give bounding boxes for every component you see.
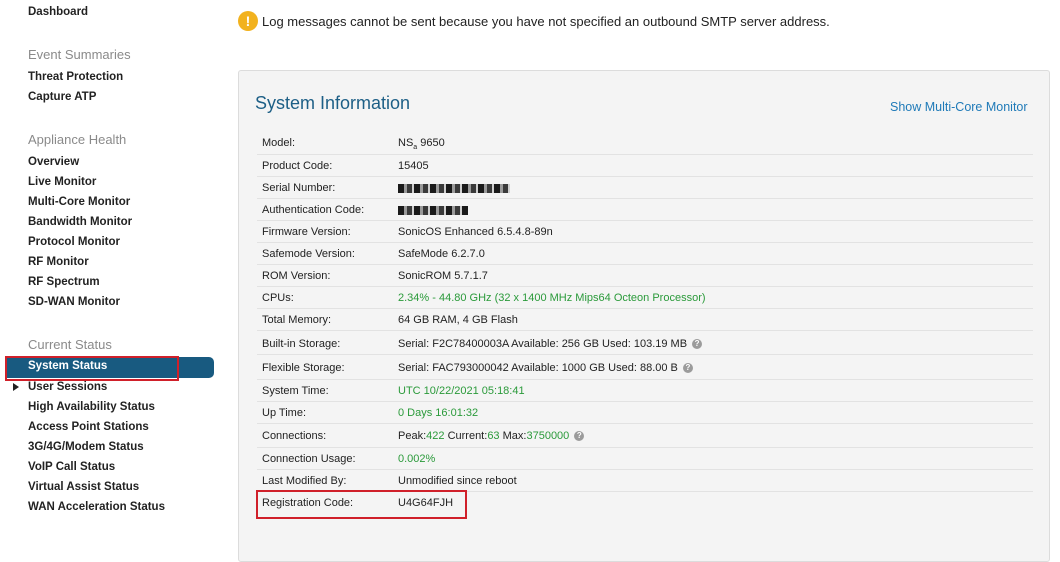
sidebar-item-live-monitor[interactable]: Live Monitor [28,176,96,188]
row-label: CPUs: [262,292,294,304]
info-row-built-in-storage: Built-in Storage: Serial: F2C78400003A A… [257,330,1033,355]
sidebar-item-modem-status[interactable]: 3G/4G/Modem Status [28,441,144,453]
row-value: 64 GB RAM, 4 GB Flash [398,314,518,326]
row-value-wrap: Serial: F2C78400003A Available: 256 GB U… [398,338,703,350]
row-label: Serial Number: [262,182,336,194]
row-label: Total Memory: [262,314,332,326]
row-value: UTC 10/22/2021 05:18:41 [398,385,525,397]
row-value: Serial: FAC793000042 Available: 1000 GB … [398,362,678,374]
info-row-authentication-code: Authentication Code: [257,198,1033,221]
row-label: Safemode Version: [262,248,355,260]
sidebar-heading-event-summaries: Event Summaries [28,47,131,62]
max-label: Max: [502,430,527,442]
highlight-box-registration-code [256,490,467,519]
current-value: 63 [487,430,500,442]
row-label: Up Time: [262,407,307,419]
row-value: SonicROM 5.7.1.7 [398,270,488,282]
sidebar-item-overview[interactable]: Overview [28,156,79,168]
row-value: 0.002% [398,453,436,465]
sidebar-item-voip-call-status[interactable]: VoIP Call Status [28,461,115,473]
warning-message: Log messages cannot be sent because you … [262,14,830,29]
info-row-cpus: CPUs: 2.34% - 44.80 GHz (32 x 1400 MHz M… [257,286,1033,309]
row-label: Connection Usage: [262,453,356,465]
row-label: Built-in Storage: [262,338,341,350]
sidebar-item-bandwidth-monitor[interactable]: Bandwidth Monitor [28,216,132,228]
help-icon[interactable]: ? [574,431,585,441]
panel-title: System Information [255,93,411,113]
row-label: System Time: [262,385,329,397]
row-value: SonicOS Enhanced 6.5.4.8-89n [398,226,553,238]
sidebar-item-high-availability-status[interactable]: High Availability Status [28,401,155,413]
peak-label: Peak: [398,430,427,442]
row-value: SafeMode 6.2.7.0 [398,248,485,260]
show-multi-core-monitor-link[interactable]: Show Multi-Core Monitor [890,100,1028,114]
sidebar-item-wan-acceleration-status[interactable]: WAN Acceleration Status [28,501,165,513]
info-row-total-memory: Total Memory: 64 GB RAM, 4 GB Flash [257,308,1033,331]
info-row-flexible-storage: Flexible Storage: Serial: FAC793000042 A… [257,354,1033,380]
sidebar-item-virtual-assist-status[interactable]: Virtual Assist Status [28,481,139,493]
max-value: 3750000 [526,430,570,442]
row-value: 15405 [398,160,429,172]
row-label: Flexible Storage: [262,362,345,374]
sidebar-item-sd-wan-monitor[interactable]: SD-WAN Monitor [28,296,120,308]
help-icon[interactable]: ? [692,339,703,349]
row-label: ROM Version: [262,270,331,282]
info-row-model: Model: NSa 9650 [257,132,1033,155]
info-row-safemode-version: Safemode Version: SafeMode 6.2.7.0 [257,242,1033,265]
sidebar-item-threat-protection[interactable]: Threat Protection [28,71,123,83]
info-row-system-time: System Time: UTC 10/22/2021 05:18:41 [257,379,1033,402]
row-label: Last Modified By: [262,475,347,487]
sidebar-item-user-sessions[interactable]: User Sessions [28,381,107,393]
row-label: Firmware Version: [262,226,351,238]
sidebar-item-protocol-monitor[interactable]: Protocol Monitor [28,236,120,248]
info-row-product-code: Product Code: 15405 [257,154,1033,177]
row-label: Product Code: [262,160,333,172]
expand-arrow-icon[interactable] [13,383,19,391]
sidebar-heading-current-status: Current Status [28,337,112,352]
model-value: NSa 9650 [398,137,445,152]
sidebar-item-rf-spectrum[interactable]: RF Spectrum [28,276,100,288]
info-row-serial-number: Serial Number: [257,176,1033,199]
sidebar-item-access-point-stations[interactable]: Access Point Stations [28,421,149,433]
info-row-last-modified-by: Last Modified By: Unmodified since reboo… [257,469,1033,492]
row-label: Model: [262,137,296,149]
help-icon[interactable]: ? [682,363,693,373]
warning-icon: ! [238,11,258,31]
redacted-value [398,204,468,216]
peak-value: 422 [426,430,445,442]
row-value: 2.34% - 44.80 GHz (32 x 1400 MHz Mips64 … [398,292,706,304]
redacted-value [398,182,510,194]
row-value-wrap: Serial: FAC793000042 Available: 1000 GB … [398,362,693,374]
info-row-connection-usage: Connection Usage: 0.002% [257,447,1033,470]
connections-value: Peak:422 Current:63 Max:3750000? [398,430,585,442]
highlight-box-system-status [5,356,179,381]
current-label: Current: [447,430,488,442]
info-row-firmware-version: Firmware Version: SonicOS Enhanced 6.5.4… [257,220,1033,243]
row-label: Connections: [262,430,327,442]
sidebar-item-dashboard[interactable]: Dashboard [28,6,88,18]
row-value: Serial: F2C78400003A Available: 256 GB U… [398,338,688,350]
sidebar-nav: Dashboard Event Summaries Threat Protect… [0,0,220,551]
sidebar-item-multi-core-monitor[interactable]: Multi-Core Monitor [28,196,130,208]
info-row-up-time: Up Time: 0 Days 16:01:32 [257,401,1033,424]
row-value: Unmodified since reboot [398,475,517,487]
sidebar-item-rf-monitor[interactable]: RF Monitor [28,256,89,268]
sidebar-heading-appliance-health: Appliance Health [28,132,127,147]
info-row-rom-version: ROM Version: SonicROM 5.7.1.7 [257,264,1033,287]
info-row-connections: Connections: Peak:422 Current:63 Max:375… [257,423,1033,448]
sidebar-item-capture-atp[interactable]: Capture ATP [28,91,96,103]
row-value: 0 Days 16:01:32 [398,407,479,419]
row-label: Authentication Code: [262,204,365,216]
